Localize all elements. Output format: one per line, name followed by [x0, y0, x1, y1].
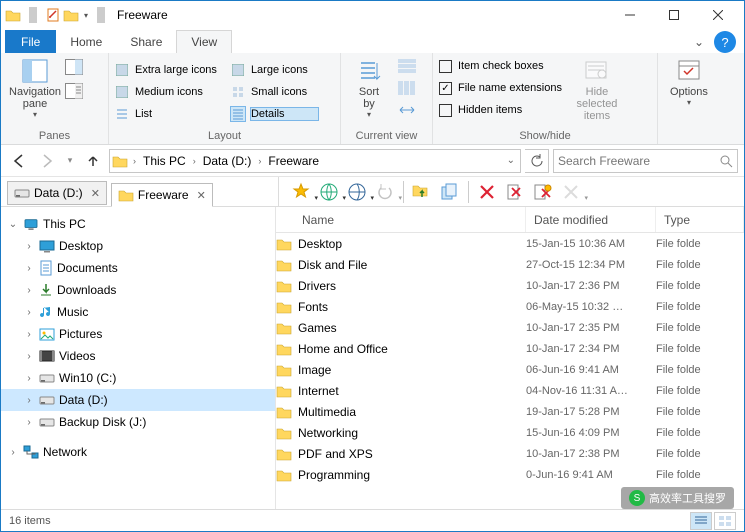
qat-newfolder-icon[interactable]	[63, 7, 79, 23]
list-item[interactable]: PDF and XPS10-Jan-17 2:38 PMFile folde	[276, 443, 744, 464]
app-icon	[5, 7, 21, 23]
layout-gallery[interactable]: Extra large icons Large icons Medium ico…	[115, 59, 318, 125]
close-button[interactable]	[696, 1, 740, 29]
undo-button[interactable]: ▾	[371, 179, 399, 205]
list-item[interactable]: Disk and File27-Oct-15 12:34 PMFile fold…	[276, 254, 744, 275]
minimize-button[interactable]	[608, 1, 652, 29]
favorites-button[interactable]: ▾	[287, 179, 315, 205]
thumbnails-view-switch[interactable]	[714, 512, 736, 530]
list-item[interactable]: Multimedia19-Jan-17 5:28 PMFile folde	[276, 401, 744, 422]
navigation-pane[interactable]: ⌄ This PC ›Desktop›Documents›Downloads›M…	[1, 207, 276, 509]
status-item-count: 16 items	[9, 515, 51, 527]
navigation-pane-button[interactable]: Navigation pane ▾	[7, 55, 63, 122]
more-button[interactable]: ▾	[557, 179, 585, 205]
list-item[interactable]: Games10-Jan-17 2:35 PMFile folde	[276, 317, 744, 338]
hidden-items-checkbox[interactable]: Hidden items	[439, 99, 562, 121]
options-button[interactable]: Options ▾	[664, 55, 714, 110]
back-button[interactable]	[7, 149, 31, 173]
collapse-ribbon-button[interactable]: ⌄	[688, 31, 710, 53]
file-tab[interactable]: File	[5, 30, 56, 53]
list-item[interactable]: Fonts06-May-15 10:32 …File folde	[276, 296, 744, 317]
go-up-button[interactable]	[408, 179, 436, 205]
list-item[interactable]: Internet04-Nov-16 11:31 A…File folde	[276, 380, 744, 401]
recent-locations-button[interactable]: ▾	[63, 149, 77, 173]
home-tab[interactable]: Home	[56, 30, 116, 53]
column-name[interactable]: Name	[276, 207, 526, 232]
group-by-button[interactable]	[395, 55, 419, 77]
list-item[interactable]: Image06-Jun-16 9:41 AMFile folde	[276, 359, 744, 380]
column-type[interactable]: Type	[656, 207, 744, 232]
help-button[interactable]: ?	[714, 31, 736, 53]
tree-item[interactable]: ›Videos	[1, 345, 275, 367]
delete-perm-button[interactable]	[529, 179, 557, 205]
folder-tab[interactable]: Data (D:)✕	[7, 181, 107, 205]
tree-item[interactable]: ›Win10 (C:)	[1, 367, 275, 389]
list-item[interactable]: Desktop15-Jan-15 10:36 AMFile folde	[276, 233, 744, 254]
view-tab[interactable]: View	[176, 30, 232, 53]
hide-selected-button[interactable]: Hide selected items	[562, 55, 632, 125]
list-item[interactable]: Programming0-Jun-16 9:41 AMFile folde	[276, 464, 744, 485]
globe-2-button[interactable]: ▾	[343, 179, 371, 205]
maximize-button[interactable]	[652, 1, 696, 29]
column-headers[interactable]: Name Date modified Type	[276, 207, 744, 233]
refresh-button[interactable]	[525, 149, 549, 173]
list-item[interactable]: Home and Office10-Jan-17 2:34 PMFile fol…	[276, 338, 744, 359]
close-tab-icon[interactable]: ✕	[91, 187, 100, 200]
add-columns-button[interactable]	[395, 77, 419, 99]
up-button[interactable]	[81, 149, 105, 173]
item-check-boxes-checkbox[interactable]: Item check boxes	[439, 55, 562, 77]
close-tab-icon[interactable]: ✕	[197, 189, 206, 202]
qat-dropdown-icon[interactable]: ▾	[81, 7, 91, 23]
address-bar[interactable]: › This PC› Data (D:)› Freeware ⌄	[109, 149, 521, 173]
tree-item[interactable]: ›Desktop	[1, 235, 275, 257]
delete-file-button[interactable]	[501, 179, 529, 205]
tree-item[interactable]: ›Backup Disk (J:)	[1, 411, 275, 433]
file-list[interactable]: Desktop15-Jan-15 10:36 AMFile foldeDisk …	[276, 233, 744, 509]
preview-pane-button[interactable]	[63, 56, 85, 78]
sort-by-button[interactable]: Sort by ▾	[347, 55, 391, 122]
list-item[interactable]: Drivers10-Jan-17 2:36 PMFile folde	[276, 275, 744, 296]
tree-item[interactable]: ›Downloads	[1, 279, 275, 301]
tree-this-pc[interactable]: ⌄ This PC	[1, 213, 275, 235]
details-view-switch[interactable]	[690, 512, 712, 530]
delete-button[interactable]	[473, 179, 501, 205]
ribbon: Navigation pane ▾ Panes Extra large icon…	[1, 53, 744, 145]
search-box[interactable]	[553, 149, 738, 173]
size-columns-button[interactable]	[395, 99, 419, 121]
search-icon	[719, 154, 733, 168]
copy-button[interactable]	[436, 179, 464, 205]
forward-button[interactable]	[35, 149, 59, 173]
tree-item[interactable]: ›Pictures	[1, 323, 275, 345]
window-title: Freeware	[117, 8, 168, 22]
watermark: S高效率工具搜罗	[621, 487, 734, 509]
tree-item[interactable]: ›Data (D:)	[1, 389, 275, 411]
file-extensions-checkbox[interactable]: ✓File name extensions	[439, 77, 562, 99]
share-tab[interactable]: Share	[116, 30, 176, 53]
tree-item[interactable]: ›Documents	[1, 257, 275, 279]
globe-1-button[interactable]: ▾	[315, 179, 343, 205]
search-input[interactable]	[558, 154, 715, 168]
folder-tab[interactable]: Freeware✕	[111, 183, 213, 207]
column-date[interactable]: Date modified	[526, 207, 656, 232]
tree-network[interactable]: › Network	[1, 441, 275, 463]
qat-properties-icon[interactable]	[45, 7, 61, 23]
tree-item[interactable]: ›Music	[1, 301, 275, 323]
list-item[interactable]: Networking15-Jun-16 4:09 PMFile folde	[276, 422, 744, 443]
details-pane-button[interactable]	[63, 80, 85, 102]
